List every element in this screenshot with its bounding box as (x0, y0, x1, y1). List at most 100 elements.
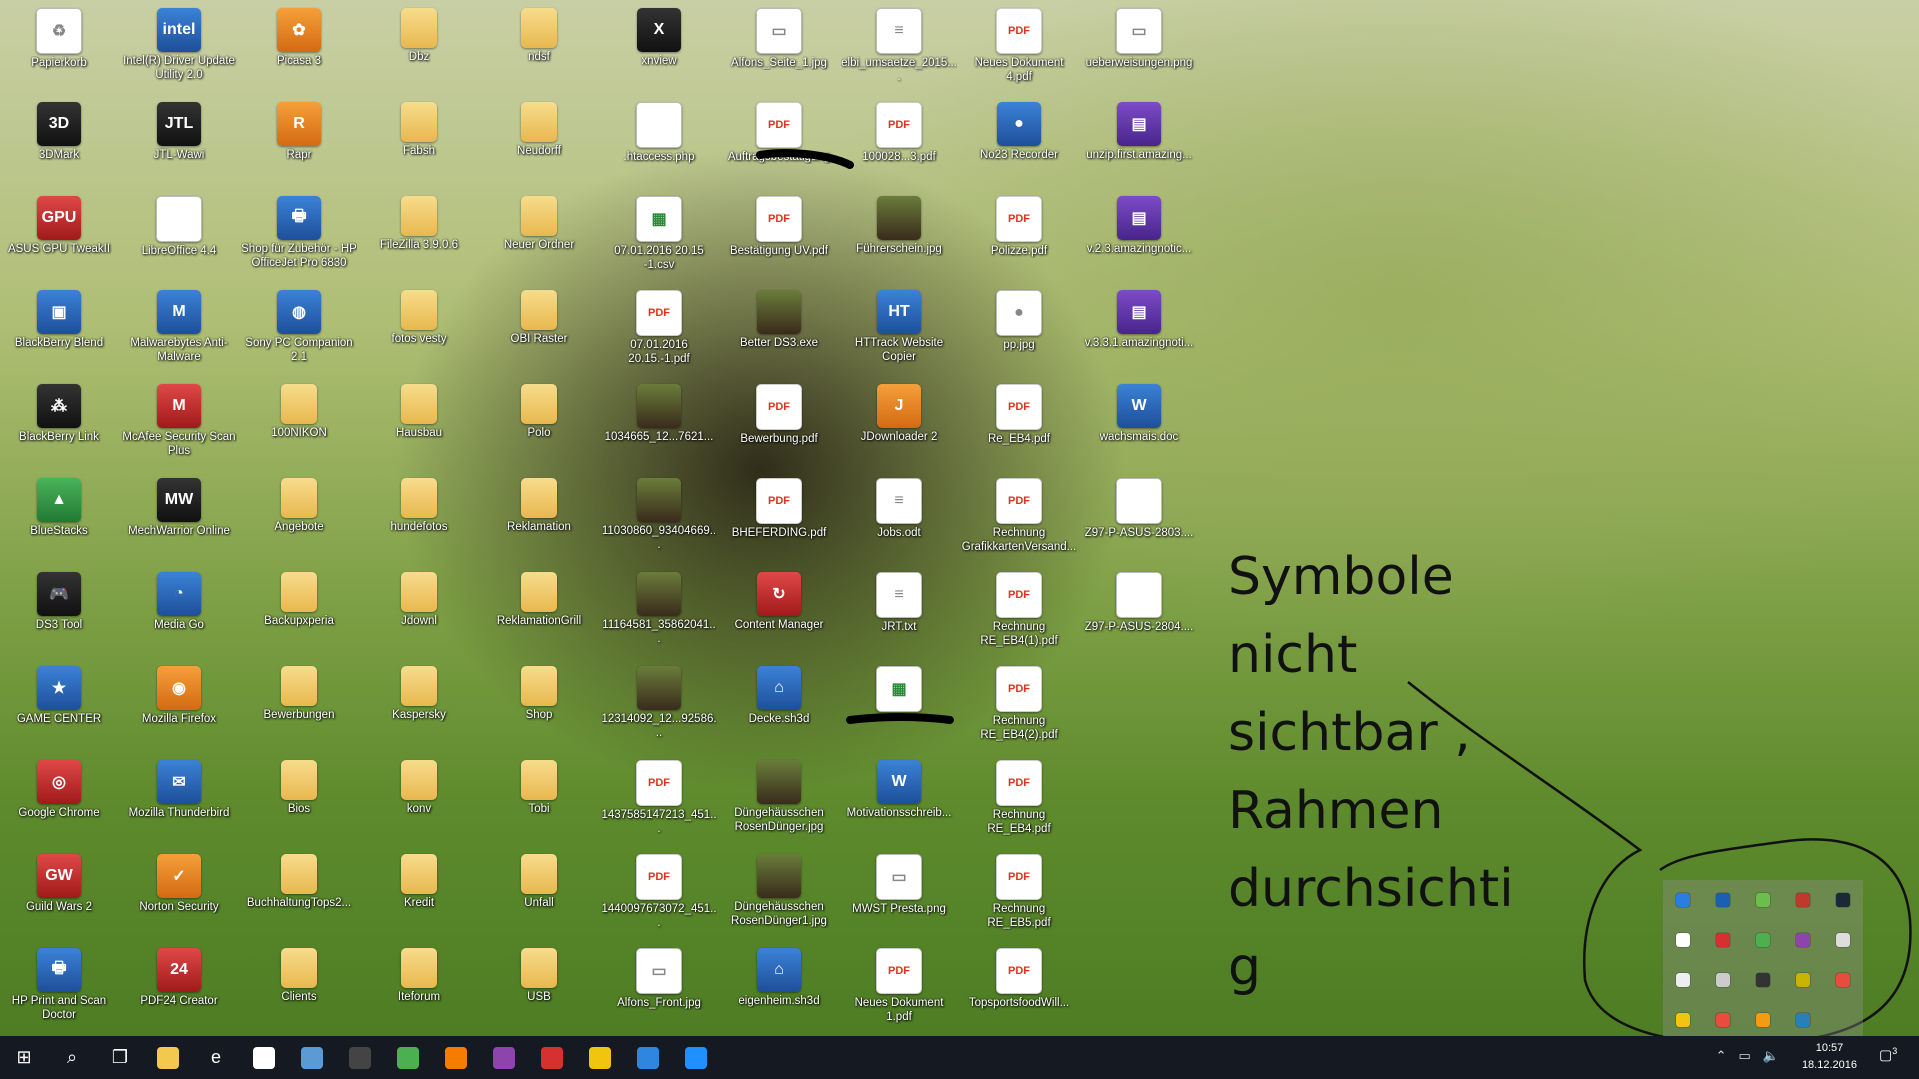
desktop-icon[interactable]: PDF Neues Dokument 4.pdf (961, 2, 1077, 94)
desktop-icon[interactable]: ▤ unzip.first.amazing... (1081, 96, 1197, 188)
store-icon[interactable] (240, 1036, 288, 1079)
desktop-icon[interactable]: ⌂ eigenheim.sh3d (721, 942, 837, 1034)
desktop-icon[interactable]: konv (361, 754, 477, 846)
desktop-icon[interactable]: ◎ Google Chrome (1, 754, 117, 846)
tray-icon-steam[interactable] (1823, 880, 1863, 920)
desktop-icon[interactable]: Backupxperia (241, 566, 357, 658)
desktop-icon[interactable]: ♻ Papierkorb (1, 2, 117, 94)
desktop-icon[interactable]: Tobi (481, 754, 597, 846)
tray-icon-chrome[interactable] (1743, 920, 1783, 960)
start-button[interactable]: ⊞ (0, 1036, 48, 1079)
tray-icon-6[interactable] (1663, 920, 1703, 960)
desktop-icon[interactable]: BuchhaltungTops2... (241, 848, 357, 940)
desktop-icon[interactable]: ▲ BlueStacks (1, 472, 117, 564)
desktop-icon[interactable]: 🖶 Shop für Zubehör - HP OfficeJet Pro 683… (241, 190, 357, 282)
desktop-icon[interactable]: ● No23 Recorder (961, 96, 1077, 188)
desktop-icon[interactable]: 11164581_35862041... (601, 566, 717, 658)
desktop-icon[interactable]: intel Intel(R) Driver Update Utility 2.0 (121, 2, 237, 94)
desktop-icon[interactable]: ✉ Mozilla Thunderbird (121, 754, 237, 846)
desktop-icon[interactable]: PDF Rechnung RE_EB4(2).pdf (961, 660, 1077, 752)
desktop-icon[interactable]: Dbz (361, 2, 477, 94)
desktop-icon[interactable]: ▭ Alfons_Front.jpg (601, 942, 717, 1034)
desktop-icon[interactable]: ★ GAME CENTER (1, 660, 117, 752)
desktop-icon[interactable]: ReklamationGrill (481, 566, 597, 658)
desktop-icon[interactable]: Führerschein.jpg (841, 190, 957, 282)
desktop-icon[interactable]: FileZilla 3.9.0.6 (361, 190, 477, 282)
desktop-icon[interactable]: Düngehäusschen RosenDünger1.jpg (721, 848, 837, 940)
desktop-icon[interactable]: ▦ 07.01.2016 20.15 -1.csv (601, 190, 717, 282)
desktop-icon[interactable]: fotos vesty (361, 284, 477, 376)
desktop-icon[interactable]: 100NIKON (241, 378, 357, 470)
desktop-icon[interactable]: ≡ elbi_umsaetze_2015.... (841, 2, 957, 94)
tray-icon-15[interactable] (1823, 960, 1863, 1000)
chrome-icon[interactable] (384, 1036, 432, 1079)
tray-icon-7[interactable] (1703, 920, 1743, 960)
desktop-icon[interactable]: 🖶 HP Print and Scan Doctor (1, 942, 117, 1034)
norton-icon[interactable] (576, 1036, 624, 1079)
thunderbird-icon[interactable] (624, 1036, 672, 1079)
desktop-icon[interactable]: OBI Raster (481, 284, 597, 376)
desktop-icon[interactable]: M McAfee Security Scan Plus (121, 378, 237, 470)
desktop-icon[interactable]: ▭ MWST Presta.png (841, 848, 957, 940)
desktop-icon[interactable]: PDF BHEFERDING.pdf (721, 472, 837, 564)
desktop-icon[interactable]: ◍ Sony PC Companion 2.1 (241, 284, 357, 376)
red-app-icon[interactable] (528, 1036, 576, 1079)
desktop-icon[interactable]: ⌂ Decke.sh3d (721, 660, 837, 752)
desktop-icon[interactable]: M Malwarebytes Anti-Malware (121, 284, 237, 376)
desktop-icon[interactable]: LibreOffice 4.4 (121, 190, 237, 282)
desktop-icon[interactable]: Unfall (481, 848, 597, 940)
desktop-icon[interactable]: R Rapr (241, 96, 357, 188)
tray-icon-4[interactable] (1783, 880, 1823, 920)
desktop-icon[interactable]: 24 PDF24 Creator (121, 942, 237, 1034)
tray-icon-19[interactable] (1783, 1000, 1823, 1040)
purple-app-icon[interactable] (480, 1036, 528, 1079)
edge-icon[interactable]: e (192, 1036, 240, 1079)
desktop-icon[interactable]: ▤ v.2.3.amazingnotic... (1081, 190, 1197, 282)
desktop-icon[interactable]: ▭ Alfons_Seite_1.jpg (721, 2, 837, 94)
firefox-icon[interactable] (432, 1036, 480, 1079)
desktop-icon[interactable]: Hausbau (361, 378, 477, 470)
show-hidden-icons-chevron-icon[interactable]: ⌃ (1716, 1048, 1727, 1064)
desktop-icon[interactable]: ▣ BlackBerry Blend (1, 284, 117, 376)
desktop-icon[interactable]: Kaspersky (361, 660, 477, 752)
desktop-icon[interactable]: JTL JTL-Wawi (121, 96, 237, 188)
desktop-icon[interactable]: ⁂ BlackBerry Link (1, 378, 117, 470)
desktop-icon[interactable]: ↻ Content Manager (721, 566, 837, 658)
desktop-icon[interactable]: PDF Re_EB4.pdf (961, 378, 1077, 470)
task-view-button[interactable]: ❐ (96, 1036, 144, 1079)
desktop-icon[interactable]: Neudorff (481, 96, 597, 188)
tray-icon-11[interactable] (1663, 960, 1703, 1000)
desktop-icon[interactable]: Bewerbungen (241, 660, 357, 752)
desktop-icon[interactable]: Reklamation (481, 472, 597, 564)
desktop-icon[interactable]: GW Guild Wars 2 (1, 848, 117, 940)
desktop-icon[interactable]: Neuer Ordner (481, 190, 597, 282)
desktop-icon[interactable]: 1034665_12...7621... (601, 378, 717, 470)
network-icon[interactable]: ▭ (1739, 1048, 1751, 1064)
tray-icon-usb[interactable] (1823, 920, 1863, 960)
desktop-icon[interactable]: ✿ Picasa 3 (241, 2, 357, 94)
search-button[interactable]: ⌕ (48, 1036, 96, 1079)
desktop-icon[interactable]: PDF Auftragsbestätigung (721, 96, 837, 188)
desktop-icon[interactable]: PDF Rechnung RE_EB5.pdf (961, 848, 1077, 940)
desktop-icon[interactable]: PDF Rechnung RE_EB4(1).pdf (961, 566, 1077, 658)
desktop-icon[interactable]: 🎮 DS3 Tool (1, 566, 117, 658)
desktop-icon[interactable]: ≡ Jobs.odt (841, 472, 957, 564)
tray-icon-norton[interactable] (1663, 1000, 1703, 1040)
desktop-icon[interactable]: Shop (481, 660, 597, 752)
desktop-icon[interactable]: Angebote (241, 472, 357, 564)
desktop-icon[interactable]: PDF Neues Dokument 1.pdf (841, 942, 957, 1034)
desktop-icon[interactable]: ✓ Norton Security (121, 848, 237, 940)
file-explorer-icon[interactable] (144, 1036, 192, 1079)
desktop-icon[interactable]: J JDownloader 2 (841, 378, 957, 470)
desktop-icon[interactable]: PDF 100028...3.pdf (841, 96, 957, 188)
desktop-icon[interactable]: ▦ (841, 660, 957, 752)
desktop-icon[interactable]: ◉ Mozilla Firefox (121, 660, 237, 752)
desktop-icon[interactable]: PDF Bestätigung UV.pdf (721, 190, 837, 282)
action-center-icon[interactable]: ▢3 (1879, 1046, 1901, 1066)
desktop-icon[interactable]: W Motivationsschreib... (841, 754, 957, 846)
desktop-icon[interactable]: Düngehäusschen RosenDünger.jpg (721, 754, 837, 846)
desktop-icon[interactable]: ndsf (481, 2, 597, 94)
tray-icon-18[interactable] (1743, 1000, 1783, 1040)
desktop-icon[interactable]: Bios (241, 754, 357, 846)
desktop-icon[interactable]: PDF Bewerbung.pdf (721, 378, 837, 470)
